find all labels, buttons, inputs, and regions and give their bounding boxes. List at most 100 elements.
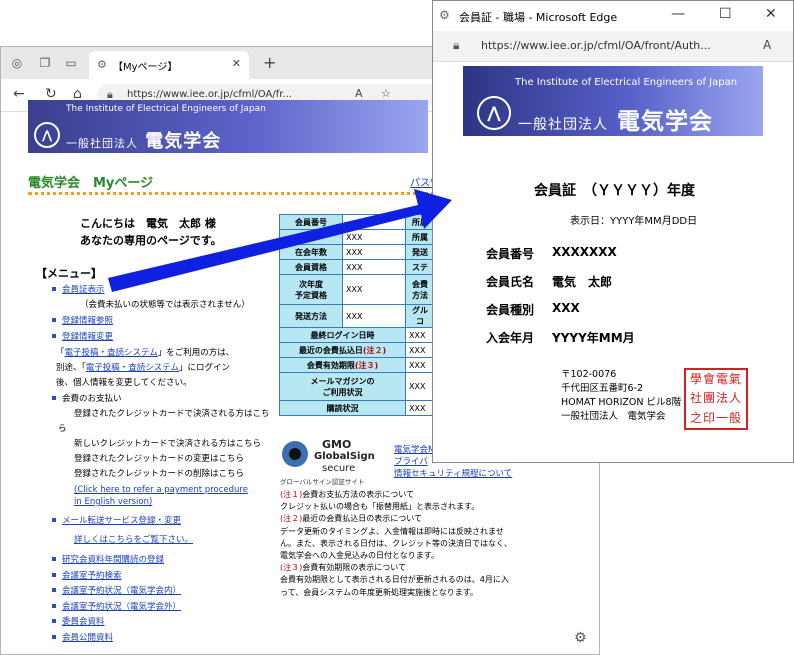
cell-label: 最終ログイン日時 <box>310 330 375 340</box>
back-icon[interactable]: ← <box>13 86 25 102</box>
cell-note: (注２) <box>362 345 387 355</box>
tab-mypage[interactable]: ⚙ 【Myページ】 ✕ <box>89 51 249 79</box>
favorite-icon[interactable]: ☆ <box>381 87 391 100</box>
note-line: (注３)会費有効期限の表示について <box>280 562 406 573</box>
table-cell: 最終ログイン日時 <box>279 327 406 343</box>
table-cell: 発送方法 <box>279 304 343 328</box>
member-info-table: 会員番号 所属 XXX 所属 在会年数 XXX 発送 会員資格 XXX ステ 次年度 予定資格 XXX… <box>279 214 435 416</box>
card-display-link[interactable]: 会員証表示 <box>62 283 105 295</box>
field-value: XXX <box>552 301 580 315</box>
note-line: って、会員システムの年度更新処理実施後となります。 <box>280 587 478 598</box>
table-cell: グル コ <box>405 304 435 328</box>
table-cell: 会費有効期限(注３) <box>279 357 406 373</box>
committee-link[interactable]: 委員会資料 <box>62 615 105 627</box>
table-row: 最近の会費払込日(注２) XXX <box>279 342 435 358</box>
table-cell: 在会年数 <box>279 244 343 260</box>
close-tab-icon[interactable]: ✕ <box>232 57 241 70</box>
conf-search-link[interactable]: 会議室予約検索 <box>62 569 122 581</box>
note-text: 会費有効期限の表示について <box>302 563 407 573</box>
table-row: 会費有効期限(注３) XXX <box>279 357 435 373</box>
pay-link[interactable]: 新しいクレジットカードで決済される方はこちら <box>74 437 261 449</box>
card-banner: ⋀ The Institute of Electrical Engineers … <box>463 66 763 136</box>
pay-link[interactable]: 登録されたクレジットカードの変更はこちら <box>74 452 244 464</box>
note-text: 会費お支払方法の表示について <box>302 490 415 499</box>
read-aloud-icon[interactable]: A <box>763 38 771 52</box>
globalsign-seal[interactable]: GMO GlobalSign secure グローバルサイン認証サイト <box>280 438 390 488</box>
footer-link[interactable]: 電気学会M <box>394 443 435 455</box>
bullet-icon <box>52 287 56 291</box>
pay-link[interactable]: 登録されたクレジットカードで決済される方はこち <box>74 407 270 419</box>
tab-title: 【Myページ】 <box>113 62 178 73</box>
workspaces-icon[interactable]: ❐ <box>37 55 53 71</box>
pay-en-link[interactable]: in English version) <box>74 497 152 507</box>
table-cell: XXX <box>342 274 406 305</box>
bullet-icon <box>52 557 56 561</box>
note-line: データ更新のタイミングよ、入金情報は即時には反映されませ <box>280 526 504 537</box>
reg-ref-link[interactable]: 登録情報参照 <box>62 314 113 326</box>
table-row: 購読状況 XXX <box>279 400 435 416</box>
table-row: 在会年数 XXX 発送 <box>279 244 435 260</box>
greeting-line: あなたの専用のページです。 <box>80 234 222 247</box>
table-row: 発送方法 XXX グル コ <box>279 304 435 328</box>
site-favicon-icon: ⚙ <box>97 58 107 71</box>
table-cell: XXX <box>405 357 435 373</box>
footer-link[interactable]: プライバ <box>394 455 428 467</box>
greeting: こんにちは 電気 太郎 様 あなたの専用のページです。 <box>80 215 222 249</box>
table-row: 会員番号 所属 <box>279 214 435 230</box>
settings-icon[interactable]: ⚙ <box>574 630 587 646</box>
org-name-en: The Institute of Electrical Engineers of… <box>515 77 738 88</box>
table-cell: XXX <box>342 304 406 328</box>
pay-link-cont[interactable]: ら <box>58 422 67 434</box>
table-cell: XXX <box>342 229 406 245</box>
read-aloud-icon[interactable]: A <box>355 87 363 100</box>
pay-en-link[interactable]: (Click here to refer a payment procedure <box>74 485 248 495</box>
official-seal-stamp: 學會電氣社團法人之印一般 <box>684 368 748 430</box>
close-icon[interactable]: ✕ <box>765 6 777 22</box>
table-row: メールマガジンの ご利用状況 XXX <box>279 372 435 401</box>
mail-detail-link[interactable]: 詳しくはこちらをご覧下さい。 <box>74 533 193 545</box>
conf-in-link[interactable]: 会議室予約状況（電気学会内） <box>62 584 181 596</box>
note-line: 会費有効期限として表示される日付が更新されるのは、4月に入 <box>280 574 509 585</box>
table-cell <box>342 214 406 230</box>
note-text: ん。また、表示される日付は、クレジット等の決済日ではなく、 <box>280 538 512 548</box>
table-cell: メールマガジンの ご利用状況 <box>279 372 406 401</box>
research-link[interactable]: 研究会資料年間購読の登録 <box>62 553 164 565</box>
table-cell: XXX <box>405 400 435 416</box>
footer-link[interactable]: 情報セキュリティ規程について <box>394 467 512 479</box>
bullet-icon <box>52 318 56 322</box>
public-link[interactable]: 会員公開資料 <box>62 631 113 643</box>
url-text[interactable]: https://www.iee.or.jp/cfml/OA/front/Auth… <box>481 39 711 52</box>
table-cell: 次年度 予定資格 <box>279 274 343 305</box>
note-line: クレジット払いの場合も「振替用紙」と表示されます。 <box>280 501 479 512</box>
sys-link[interactable]: 電子投稿・査読システム <box>86 363 179 373</box>
note-text: データ更新のタイミングよ、入金情報は即時には反映されませ <box>280 526 504 536</box>
sys-note-line: 別途、「電子投稿・査読システム」にログイン <box>56 363 231 373</box>
gmo-line: secure <box>322 463 356 474</box>
field-label: 会員番号 <box>486 247 535 261</box>
bullet-icon <box>52 604 56 608</box>
globalsign-eye-icon <box>282 441 308 467</box>
minimize-icon[interactable]: — <box>671 6 685 22</box>
menu-heading: 【メニュー】 <box>36 267 102 280</box>
mypage-title: 電気学会 Myページ <box>28 176 154 191</box>
card-title: 会員証 （ＹＹＹＹ）年度 <box>534 183 695 199</box>
sys-link[interactable]: 電子投稿・査読システム <box>65 348 158 358</box>
reg-change-link[interactable]: 登録情報変更 <box>62 330 113 342</box>
conf-out-link[interactable]: 会議室予約状況（電気学会外） <box>62 600 181 612</box>
mail-link[interactable]: メール転送サービス登録・変更 <box>62 514 181 526</box>
address-line: HOMAT HORIZON ビル8階 <box>561 397 682 408</box>
greeting-line: こんにちは 電気 太郎 様 <box>80 217 216 230</box>
gmo-line: GlobalSign <box>314 451 375 462</box>
table-cell: 会員資格 <box>279 259 343 275</box>
bullet-icon <box>52 573 56 577</box>
maximize-icon[interactable]: ☐ <box>719 6 732 22</box>
pay-link[interactable]: 登録されたクレジットカードの削除はこちら <box>74 467 244 479</box>
address-bar: 🔒︎ https://www.iee.or.jp/cfml/OA/front/A… <box>433 31 793 62</box>
tab-actions-icon[interactable]: ▭ <box>63 55 79 71</box>
bullet-icon <box>52 334 56 338</box>
card-note: （会費未払いの状態等では表示されません） <box>80 300 250 310</box>
bullet-icon <box>52 518 56 522</box>
bullet-icon <box>52 396 56 400</box>
edge-profile-icon[interactable]: ◎ <box>9 55 25 71</box>
new-tab-icon[interactable]: + <box>263 53 276 72</box>
